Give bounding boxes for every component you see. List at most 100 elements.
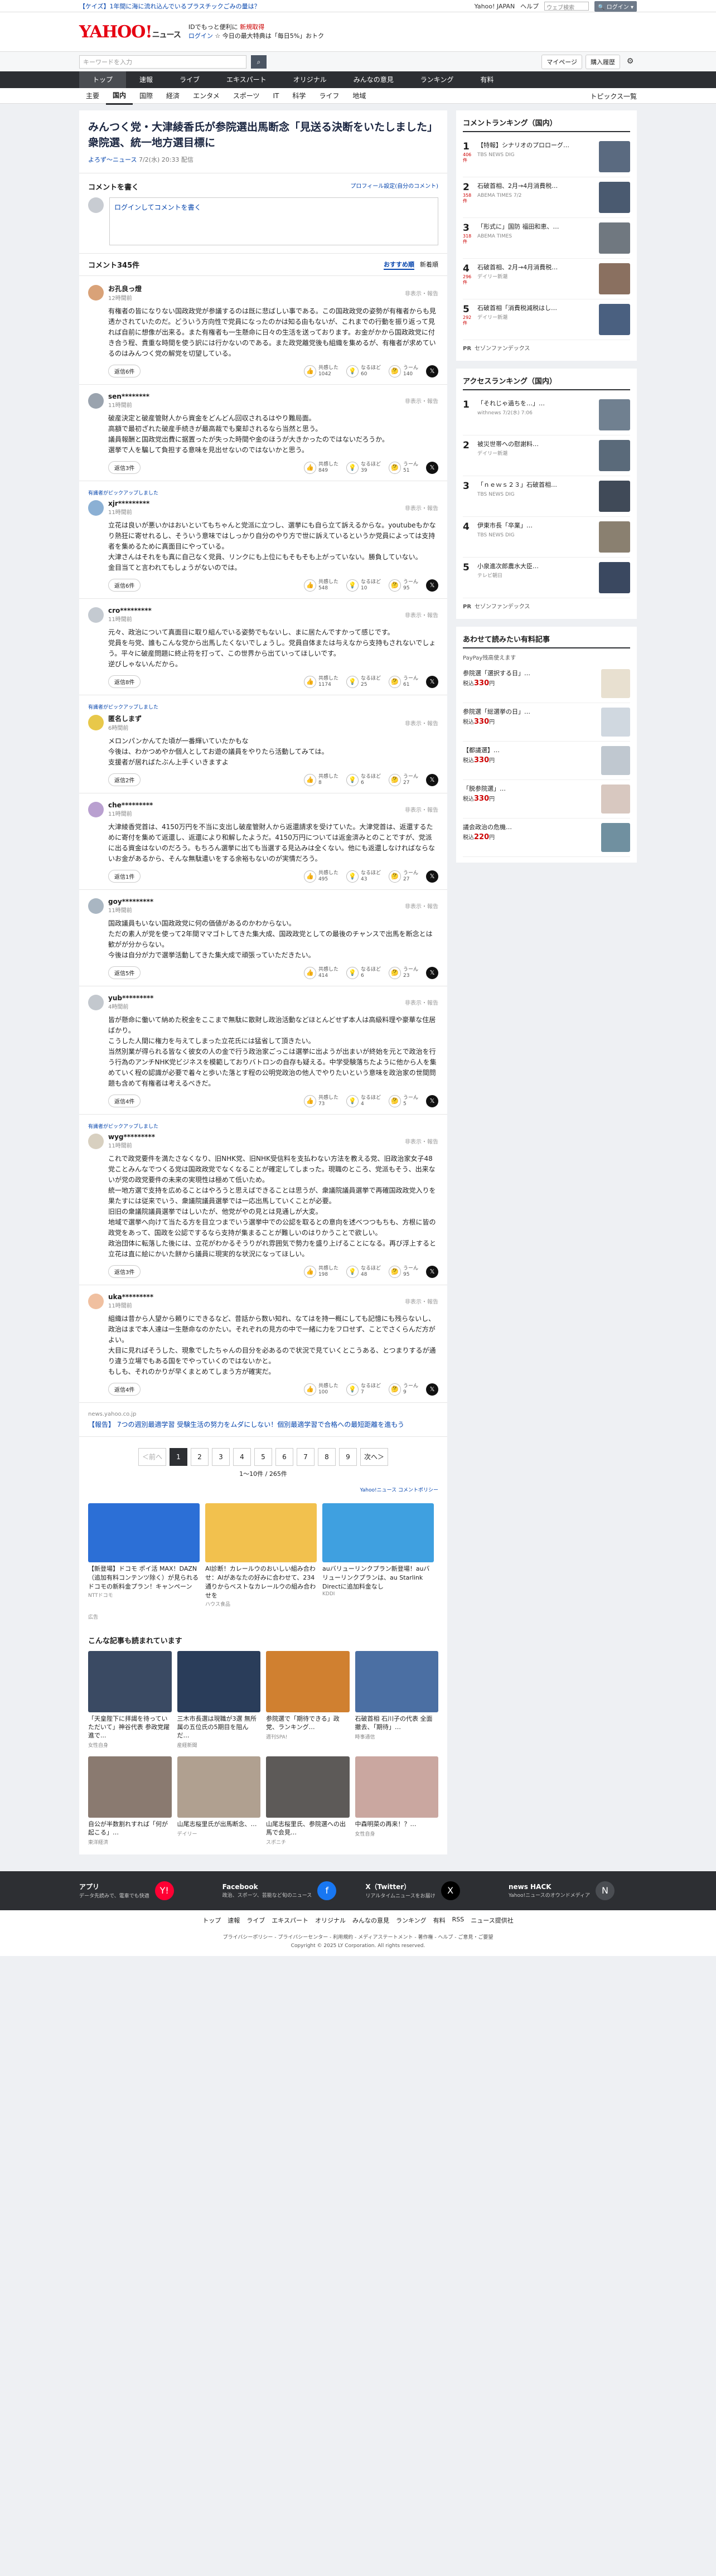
- x-share-icon[interactable]: 𝕏: [426, 773, 438, 786]
- comment-username[interactable]: uka*********: [108, 1293, 153, 1301]
- tab-main[interactable]: 主要: [79, 88, 106, 104]
- replies-button[interactable]: 返信4件: [108, 1383, 141, 1396]
- report-link[interactable]: 非表示・報告: [405, 396, 438, 405]
- v2-vote-button[interactable]: 💡 なるほど 43: [346, 870, 381, 883]
- paid-article-item[interactable]: 議会政治の危機… 税込220円: [463, 819, 630, 857]
- gnav-live[interactable]: ライブ: [166, 71, 213, 88]
- yahoo-news-logo[interactable]: YAHOO!ニュース: [79, 22, 181, 42]
- ad-card[interactable]: AI診断！カレールウのおいしい組み合わせ：AIがあなたの好みに合わせて、234通…: [205, 1503, 317, 1607]
- ad-card[interactable]: auバリューリンクプラン新登場！auバリューリンクプランは、au Starlin…: [322, 1503, 434, 1607]
- v3-vote-button[interactable]: 🤔 うーん 95: [388, 579, 418, 592]
- replies-button[interactable]: 返信8件: [108, 675, 141, 688]
- ranking-item[interactable]: 1 「それじゃ過ちを…」… withnews 7/2(水) 7:06: [463, 395, 630, 435]
- also-read-card[interactable]: 三木市長選は現職が3選 無所属の五位氏の5期目を阻んだ… 産経新聞: [177, 1651, 260, 1749]
- avatar[interactable]: [88, 285, 104, 301]
- tab-local[interactable]: 地域: [346, 88, 372, 104]
- page-1[interactable]: 1: [170, 1448, 187, 1466]
- ranking-item[interactable]: 4 伊東市長「卒業」… TBS NEWS DIG: [463, 517, 630, 558]
- footer-app-link[interactable]: news HACK Yahoo!ニュースのオウンドメディア N: [509, 1881, 637, 1900]
- related-promo[interactable]: news.yahoo.co.jp 【報告】 7つの週別最適学習 受験生活の努力を…: [79, 1403, 447, 1437]
- report-link[interactable]: 非表示・報告: [405, 289, 438, 297]
- avatar[interactable]: [88, 393, 104, 409]
- search-icon[interactable]: ⌕: [251, 55, 267, 69]
- v1-vote-button[interactable]: 👍 共感した 1042: [303, 365, 338, 377]
- prev-page-button[interactable]: ＜前へ: [138, 1448, 166, 1466]
- page-3[interactable]: 3: [212, 1448, 230, 1466]
- v1-vote-button[interactable]: 👍 共感した 495: [303, 870, 338, 883]
- v3-vote-button[interactable]: 🤔 うーん 23: [388, 966, 418, 979]
- x-share-icon[interactable]: 𝕏: [426, 966, 438, 979]
- login-button[interactable]: 🔍 ログイン ▾: [594, 1, 637, 12]
- comment-username[interactable]: sen********: [108, 393, 149, 400]
- gnav-top[interactable]: トップ: [79, 71, 127, 88]
- replies-button[interactable]: 返信2件: [108, 773, 141, 786]
- also-read-card[interactable]: 自公が半数割れすれば「何が起こる」… 東洋経済: [88, 1756, 172, 1846]
- also-read-card[interactable]: 山尾志桜里氏、参院選への出馬で会見… スポニチ: [266, 1756, 350, 1846]
- v2-vote-button[interactable]: 💡 なるほど 39: [346, 461, 381, 474]
- report-link[interactable]: 非表示・報告: [405, 805, 438, 814]
- report-link[interactable]: 非表示・報告: [405, 611, 438, 619]
- comment-username[interactable]: 匿名しまず: [108, 714, 142, 723]
- footer-nav-link[interactable]: 速報: [228, 1916, 240, 1925]
- x-share-icon[interactable]: 𝕏: [426, 675, 438, 688]
- ranking-item[interactable]: 3 318件 「形式に」国防 福田和恵、… ABEMA TIMES: [463, 218, 630, 259]
- comment-username[interactable]: cro*********: [108, 607, 152, 614]
- tab-economy[interactable]: 経済: [159, 88, 186, 104]
- replies-button[interactable]: 返信5件: [108, 966, 141, 979]
- comment-username[interactable]: wyg*********: [108, 1133, 155, 1141]
- report-link[interactable]: 非表示・報告: [405, 1297, 438, 1305]
- paid-article-item[interactable]: 「脱参院選」… 税込330円: [463, 780, 630, 819]
- replies-button[interactable]: 返信3件: [108, 1265, 141, 1278]
- gnav-expert[interactable]: エキスパート: [213, 71, 280, 88]
- avatar[interactable]: [88, 607, 104, 623]
- x-share-icon[interactable]: 𝕏: [426, 1383, 438, 1396]
- ranking-item[interactable]: 3 「ｎｅｗｓ２３」石破首相… TBS NEWS DIG: [463, 476, 630, 517]
- v1-vote-button[interactable]: 👍 共感した 548: [303, 579, 338, 592]
- page-8[interactable]: 8: [318, 1448, 336, 1466]
- x-share-icon[interactable]: 𝕏: [426, 1095, 438, 1107]
- x-share-icon[interactable]: 𝕏: [426, 1265, 438, 1278]
- ranking-item[interactable]: 2 被災世帯への慰謝料… デイリー新潮: [463, 435, 630, 476]
- footer-nav-link[interactable]: ランキング: [396, 1916, 427, 1925]
- v1-vote-button[interactable]: 👍 共感した 8: [303, 773, 338, 786]
- gnav-original[interactable]: オリジナル: [280, 71, 340, 88]
- v3-vote-button[interactable]: 🤔 うーん 9: [388, 1383, 418, 1396]
- ranking-item[interactable]: 4 296件 石破首相、2月→4月消費税… デイリー新潮: [463, 259, 630, 299]
- also-read-card[interactable]: 中森明菜の再来！？… 女性自身: [355, 1756, 438, 1846]
- v1-vote-button[interactable]: 👍 共感した 73: [303, 1095, 338, 1107]
- web-search-input[interactable]: ウェブ検索: [544, 2, 589, 11]
- v1-vote-button[interactable]: 👍 共感した 1174: [303, 675, 338, 688]
- tab-science[interactable]: 科学: [286, 88, 312, 104]
- gnav-paid[interactable]: 有料: [467, 71, 507, 88]
- avatar[interactable]: [88, 715, 104, 730]
- comment-policy-link[interactable]: Yahoo!ニュース コメントポリシー: [79, 1486, 447, 1498]
- also-read-card[interactable]: 山尾志桜里氏が出馬断念、… デイリー: [177, 1756, 260, 1846]
- x-share-icon[interactable]: 𝕏: [426, 461, 438, 474]
- replies-button[interactable]: 返信4件: [108, 1095, 141, 1107]
- v2-vote-button[interactable]: 💡 なるほど 10: [346, 579, 381, 592]
- tab-international[interactable]: 国際: [133, 88, 159, 104]
- sort-recommended-tab[interactable]: おすすめ順: [384, 260, 414, 270]
- report-link[interactable]: 非表示・報告: [405, 1137, 438, 1145]
- page-9[interactable]: 9: [339, 1448, 357, 1466]
- page-5[interactable]: 5: [254, 1448, 272, 1466]
- ranking-item[interactable]: 5 小泉進次郎農水大臣… テレビ朝日: [463, 558, 630, 598]
- v2-vote-button[interactable]: 💡 なるほど 6: [346, 966, 381, 979]
- next-page-button[interactable]: 次へ＞: [360, 1448, 389, 1466]
- v1-vote-button[interactable]: 👍 共感した 198: [303, 1265, 338, 1278]
- ad-card[interactable]: 【新登場】ドコモ ポイ活 MAX！DAZN（追加有料コンテンツ除く）が見られるド…: [88, 1503, 200, 1607]
- comment-username[interactable]: che*********: [108, 801, 153, 809]
- footer-nav-link[interactable]: ニュース提供社: [471, 1916, 513, 1925]
- ranking-item[interactable]: 2 358件 石破首相、2月→4月消費税… ABEMA TIMES 7/2: [463, 177, 630, 218]
- paid-article-item[interactable]: 参院選「総選挙の日」… 税込330円: [463, 703, 630, 742]
- page-6[interactable]: 6: [275, 1448, 293, 1466]
- gnav-opinions[interactable]: みんなの意見: [340, 71, 407, 88]
- footer-nav-link[interactable]: オリジナル: [315, 1916, 346, 1925]
- footer-nav-link[interactable]: みんなの意見: [352, 1916, 389, 1925]
- profile-settings-link[interactable]: プロフィール設定(自分のコメント): [350, 181, 438, 192]
- v2-vote-button[interactable]: 💡 なるほど 60: [346, 365, 381, 377]
- x-share-icon[interactable]: 𝕏: [426, 870, 438, 883]
- comment-username[interactable]: yub*********: [108, 994, 153, 1002]
- footer-nav-link[interactable]: トップ: [202, 1916, 221, 1925]
- footer-app-link[interactable]: アプリ データ先読みで、電車でも快適 Y!: [79, 1881, 207, 1900]
